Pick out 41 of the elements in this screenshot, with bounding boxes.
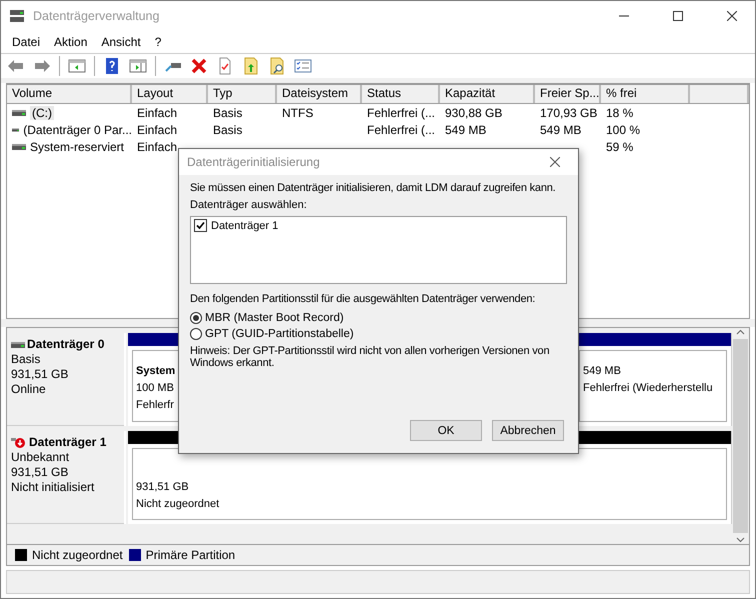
disk-size: 931,51 GB xyxy=(11,465,70,480)
disk-name: Datenträger 0 xyxy=(27,337,104,352)
table-cell: 549 MB xyxy=(445,122,486,136)
window-title: Datenträgerverwaltung xyxy=(33,9,160,23)
disk-type: Basis xyxy=(11,352,42,367)
table-cell: Einfach xyxy=(137,140,178,154)
partition-text: 100 MB xyxy=(136,381,174,396)
table-cell: Einfach xyxy=(137,122,178,136)
note-text: Hinweis: Der GPT-Partitionsstil wird nicht von allen vorherigen Versionen von Windows erkannt. xyxy=(190,345,550,369)
table-cell: 59 % xyxy=(606,140,634,154)
partition-text: System xyxy=(136,364,176,379)
table-cell: Basis xyxy=(213,122,242,136)
table-cell: 18 % xyxy=(606,106,634,120)
dialog-title: Datenträgerinitialisierung xyxy=(187,155,321,169)
disk-status: Online xyxy=(11,382,47,397)
table-cell: System-reserviert xyxy=(30,140,124,154)
partition-text: Fehlerfrei (Wiederherstellu xyxy=(583,381,713,396)
intro-text: Sie müssen einen Datenträger initialisieren, damit LDM darauf zugreifen kann. xyxy=(190,182,557,194)
partition-text: 931,51 GB xyxy=(136,480,189,495)
legend-label: Primäre Partition xyxy=(146,548,236,562)
disk-status: Nicht initialisiert xyxy=(11,480,96,495)
style-label: Den folgenden Partitionsstil für die ausgewählten Datenträger verwenden: xyxy=(190,293,536,305)
table-cell: Fehlerfrei (... xyxy=(367,106,436,120)
table-cell: (Datenträger 0 Par... xyxy=(23,122,132,136)
partition-text: 549 MB xyxy=(583,364,621,379)
table-cell: 100 % xyxy=(606,122,640,136)
partition-text: Nicht zugeordnet xyxy=(136,497,220,512)
table-cell: 930,88 GB xyxy=(445,106,502,120)
disk-type: Unbekannt xyxy=(11,450,70,465)
table-cell: NTFS xyxy=(282,106,314,120)
table-cell: 170,93 GB xyxy=(540,106,598,120)
disk-size: 931,51 GB xyxy=(11,367,70,382)
disk-name: Datenträger 1 xyxy=(29,435,106,450)
table-cell: (C:) xyxy=(30,106,54,120)
partition-text: Fehlerfr xyxy=(136,398,174,413)
table-cell: 549 MB xyxy=(540,122,582,136)
legend-label: Nicht zugeordnet xyxy=(32,548,123,562)
table-cell: Fehlerfrei (... xyxy=(367,122,436,136)
table-cell: Einfach xyxy=(137,106,178,120)
select-label: Datenträger auswählen: xyxy=(190,199,308,211)
table-cell: Basis xyxy=(213,106,242,120)
